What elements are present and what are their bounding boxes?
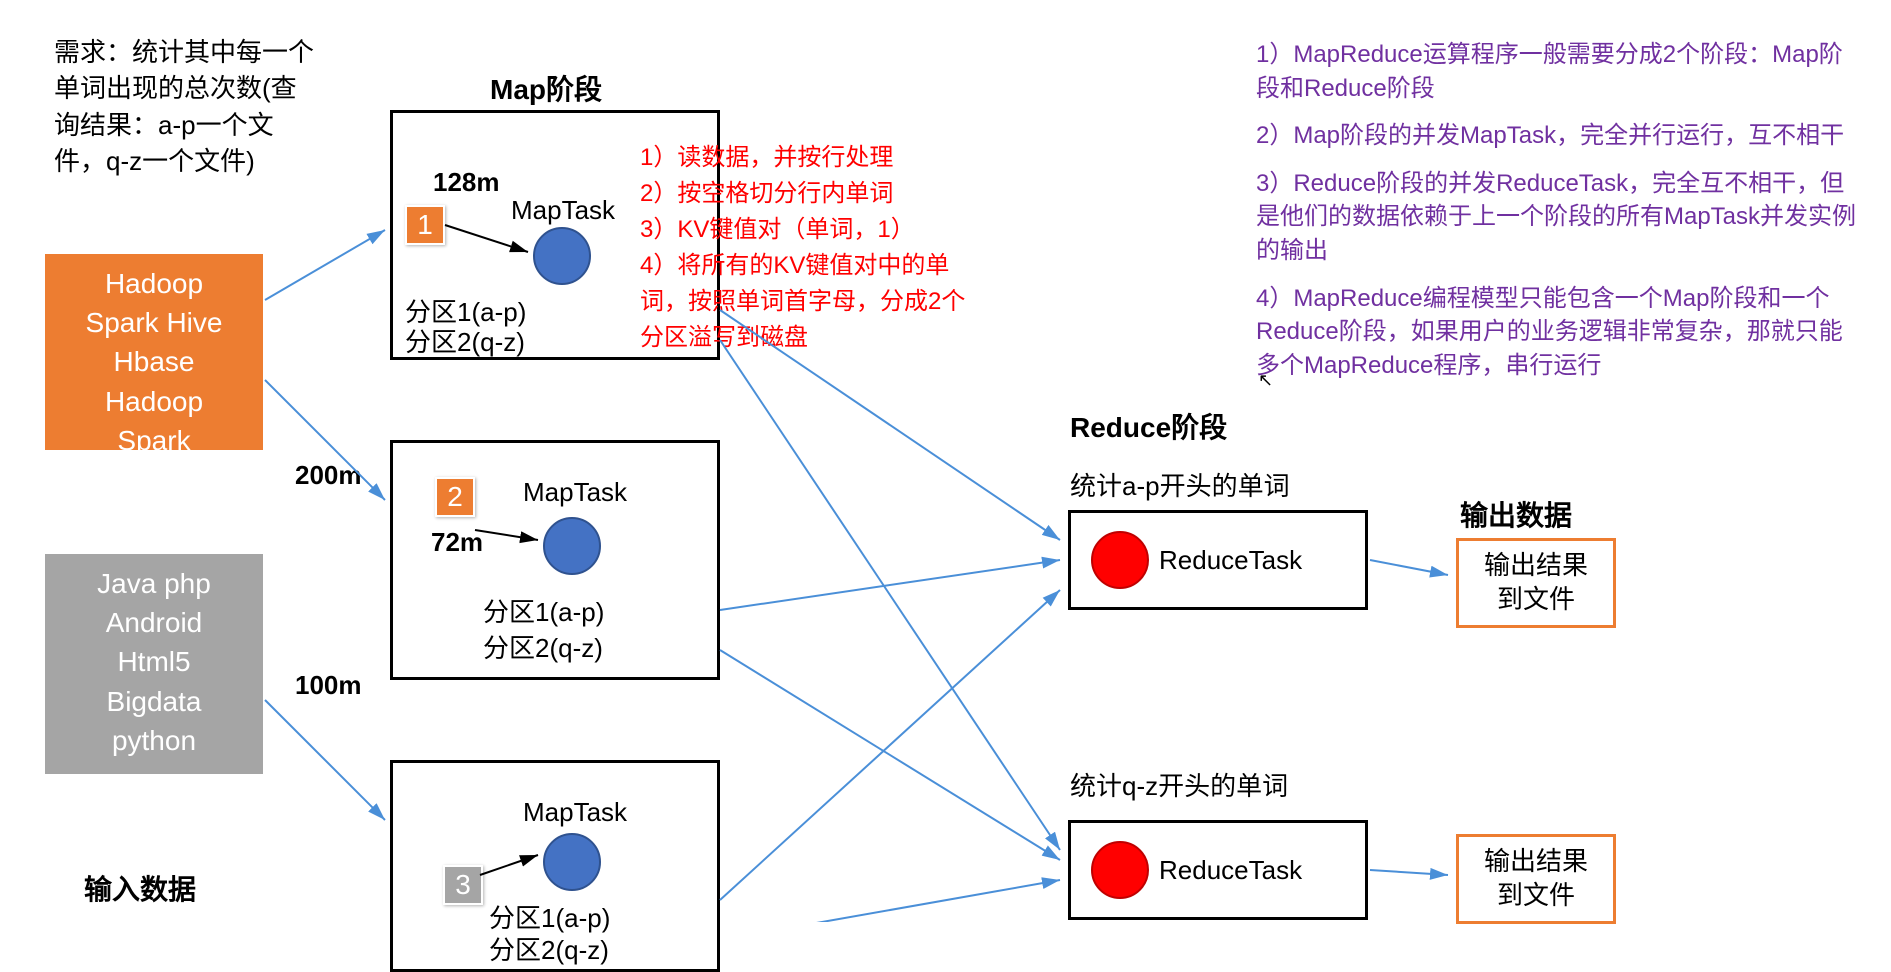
badge-2: 2 (435, 477, 475, 517)
size-128m: 128m (433, 167, 500, 198)
badge-1: 1 (405, 205, 445, 245)
note-2: 2）Map阶段的并发MapTask，完全并行运行，互不相干 (1256, 119, 1866, 153)
reduce-label-qz: 统计q-z开头的单词 (1070, 766, 1288, 803)
reducetask-label-2: ReduceTask (1159, 855, 1302, 886)
maptask-box-2: 2 MapTask 72m 分区1(a-p) 分区2(q-z) (390, 440, 720, 680)
size-200m: 200m (295, 460, 362, 491)
note-3: 3）Reduce阶段的并发ReduceTask，完全互不相干，但是他们的数据依赖… (1256, 167, 1866, 268)
reducetask-circle-1 (1091, 531, 1149, 589)
partition-1b: 分区2(q-z) (405, 327, 525, 358)
size-72m: 72m (431, 527, 483, 558)
map-steps: 1）读数据，并按行处理 2）按空格切分行内单词 3）KV键值对（单词，1） 4）… (640, 140, 980, 356)
reducetask-box-1: ReduceTask (1068, 510, 1368, 610)
input-file-1: Hadoop Spark Hive Hbase Hadoop Spark … (45, 254, 263, 450)
note-1: 1）MapReduce运算程序一般需要分成2个阶段：Map阶段和Reduce阶段 (1256, 38, 1866, 105)
output-section-title: 输出数据 (1460, 494, 1572, 534)
maptask-label-3: MapTask (523, 797, 627, 828)
reducetask-label-1: ReduceTask (1159, 545, 1302, 576)
partition-3a: 分区1(a-p) (489, 903, 610, 934)
output-box-2: 输出结果 到文件 (1456, 834, 1616, 924)
maptask-box-3: MapTask 3 分区1(a-p) 分区2(q-z) (390, 760, 720, 972)
maptask-label-1: MapTask (511, 195, 615, 226)
reduce-section-title: Reduce阶段 (1070, 406, 1227, 446)
requirement-text: 需求：统计其中每一个单词出现的总次数(查询结果：a-p一个文件，q-z一个文件) (54, 34, 314, 180)
map-step-2: 2）按空格切分行内单词 (640, 176, 980, 212)
notes-block: 1）MapReduce运算程序一般需要分成2个阶段：Map阶段和Reduce阶段… (1256, 38, 1866, 382)
maptask-circle-3 (543, 833, 601, 891)
map-section-title: Map阶段 (490, 68, 602, 108)
map-step-3: 3）KV键值对（单词，1） (640, 212, 980, 248)
map-step-4: 4）将所有的KV键值对中的单词，按照单词首字母，分成2个分区溢写到磁盘 (640, 248, 980, 356)
input-data-label: 输入数据 (84, 868, 196, 908)
input-file-2: Java php Android Html5 Bigdata python … (45, 554, 263, 774)
badge-3: 3 (443, 865, 483, 905)
partition-2a: 分区1(a-p) (483, 597, 604, 628)
maptask-circle-1 (533, 227, 591, 285)
partition-3b: 分区2(q-z) (489, 935, 609, 966)
output-box-1: 输出结果 到文件 (1456, 538, 1616, 628)
map-step-1: 1）读数据，并按行处理 (640, 140, 980, 176)
partition-1a: 分区1(a-p) (405, 297, 526, 328)
reduce-label-ap: 统计a-p开头的单词 (1070, 466, 1290, 503)
reducetask-box-2: ReduceTask (1068, 820, 1368, 920)
note-4: 4）MapReduce编程模型只能包含一个Map阶段和一个Reduce阶段，如果… (1256, 282, 1866, 383)
reducetask-circle-2 (1091, 841, 1149, 899)
cursor-icon: ↖ (1258, 370, 1273, 391)
maptask-label-2: MapTask (523, 477, 627, 508)
size-100m: 100m (295, 670, 362, 701)
maptask-circle-2 (543, 517, 601, 575)
partition-2b: 分区2(q-z) (483, 633, 603, 664)
